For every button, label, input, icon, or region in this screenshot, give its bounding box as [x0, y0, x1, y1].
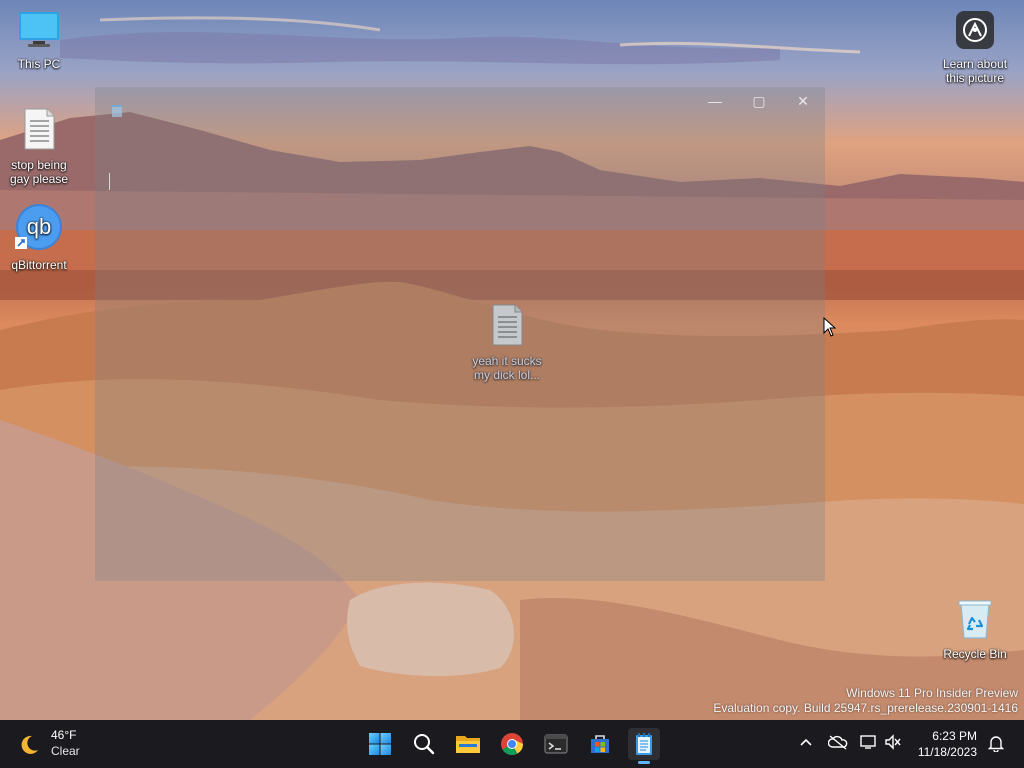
- folder-icon: [456, 736, 480, 753]
- desktop-icon-label: Learn about this picture: [942, 57, 1008, 85]
- active-app-indicator: [638, 761, 650, 764]
- notepad-icon: [636, 733, 652, 755]
- taskbar: 46°F Clear 6:23 PM 11/18/2023: [0, 720, 1024, 768]
- desktop-icon-label: stop being gay please: [9, 158, 69, 186]
- chevron-up-icon: [800, 738, 812, 746]
- show-hidden-icons-button[interactable]: [799, 735, 813, 750]
- cloud-offline-icon: [827, 735, 848, 750]
- desktop-icon-learn-about-picture[interactable]: Learn about this picture: [936, 10, 1014, 85]
- clock-time: 6:23 PM: [932, 729, 977, 743]
- terminal-button[interactable]: [540, 728, 572, 760]
- text-cursor: [109, 173, 110, 190]
- chrome-icon: [501, 733, 523, 755]
- notepad-app-icon: [111, 104, 123, 123]
- weather-condition: Clear: [51, 744, 80, 758]
- start-button[interactable]: [364, 728, 396, 760]
- clock-button[interactable]: 6:23 PM 11/18/2023: [905, 728, 977, 760]
- close-button[interactable]: ✕: [792, 92, 814, 110]
- notepad-window[interactable]: — ▢ ✕: [95, 87, 825, 581]
- svg-text:qb: qb: [27, 214, 51, 239]
- windows-watermark: Windows 11 Pro Insider Preview Evaluatio…: [713, 686, 1018, 716]
- desktop-icon-label: Recycle Bin: [943, 647, 1007, 661]
- desktop-icon-qbittorrent[interactable]: qb qBittorrent: [0, 203, 78, 272]
- desktop-icon-this-pc[interactable]: This PC: [0, 10, 78, 71]
- desktop-icon-stop-being-gay-please[interactable]: stop being gay please: [0, 107, 78, 186]
- windows-logo-icon: [369, 733, 391, 755]
- notifications-button[interactable]: [987, 734, 1005, 755]
- clock-date: 11/18/2023: [917, 745, 977, 759]
- mouse-pointer-icon: [823, 317, 837, 337]
- search-icon: [414, 734, 435, 755]
- terminal-icon: [544, 734, 568, 754]
- search-button[interactable]: [408, 728, 440, 760]
- camera-info-icon: [936, 10, 1014, 53]
- chrome-button[interactable]: [496, 728, 528, 760]
- speaker-muted-icon: [885, 734, 901, 750]
- recycle-bin-icon: [936, 598, 1014, 643]
- text-file-icon: [0, 107, 78, 154]
- onedrive-button[interactable]: [827, 734, 848, 753]
- volume-button[interactable]: [884, 734, 902, 753]
- desktop-icon-recycle-bin[interactable]: Recycle Bin: [936, 598, 1014, 661]
- store-icon: [591, 735, 609, 753]
- network-button[interactable]: [860, 734, 878, 753]
- desktop-icon-label: This PC: [17, 57, 61, 71]
- window-title-bar[interactable]: — ▢ ✕: [95, 87, 825, 117]
- bell-icon: [987, 736, 1005, 753]
- minimize-button[interactable]: —: [704, 92, 726, 110]
- file-explorer-button[interactable]: [452, 728, 484, 760]
- watermark-line-1: Windows 11 Pro Insider Preview: [846, 686, 1018, 700]
- qbittorrent-icon: qb: [0, 203, 78, 254]
- moon-icon: [18, 734, 40, 761]
- network-icon: [860, 735, 876, 749]
- maximize-button[interactable]: ▢: [748, 92, 770, 110]
- notepad-taskbar-button[interactable]: [628, 728, 660, 764]
- desktop-icon-label: qBittorrent: [11, 258, 67, 272]
- monitor-icon: [0, 10, 78, 53]
- microsoft-store-button[interactable]: [584, 728, 616, 760]
- watermark-line-2: Evaluation copy. Build 25947.rs_prerelea…: [713, 701, 1018, 715]
- weather-temperature: 46°F: [51, 728, 77, 742]
